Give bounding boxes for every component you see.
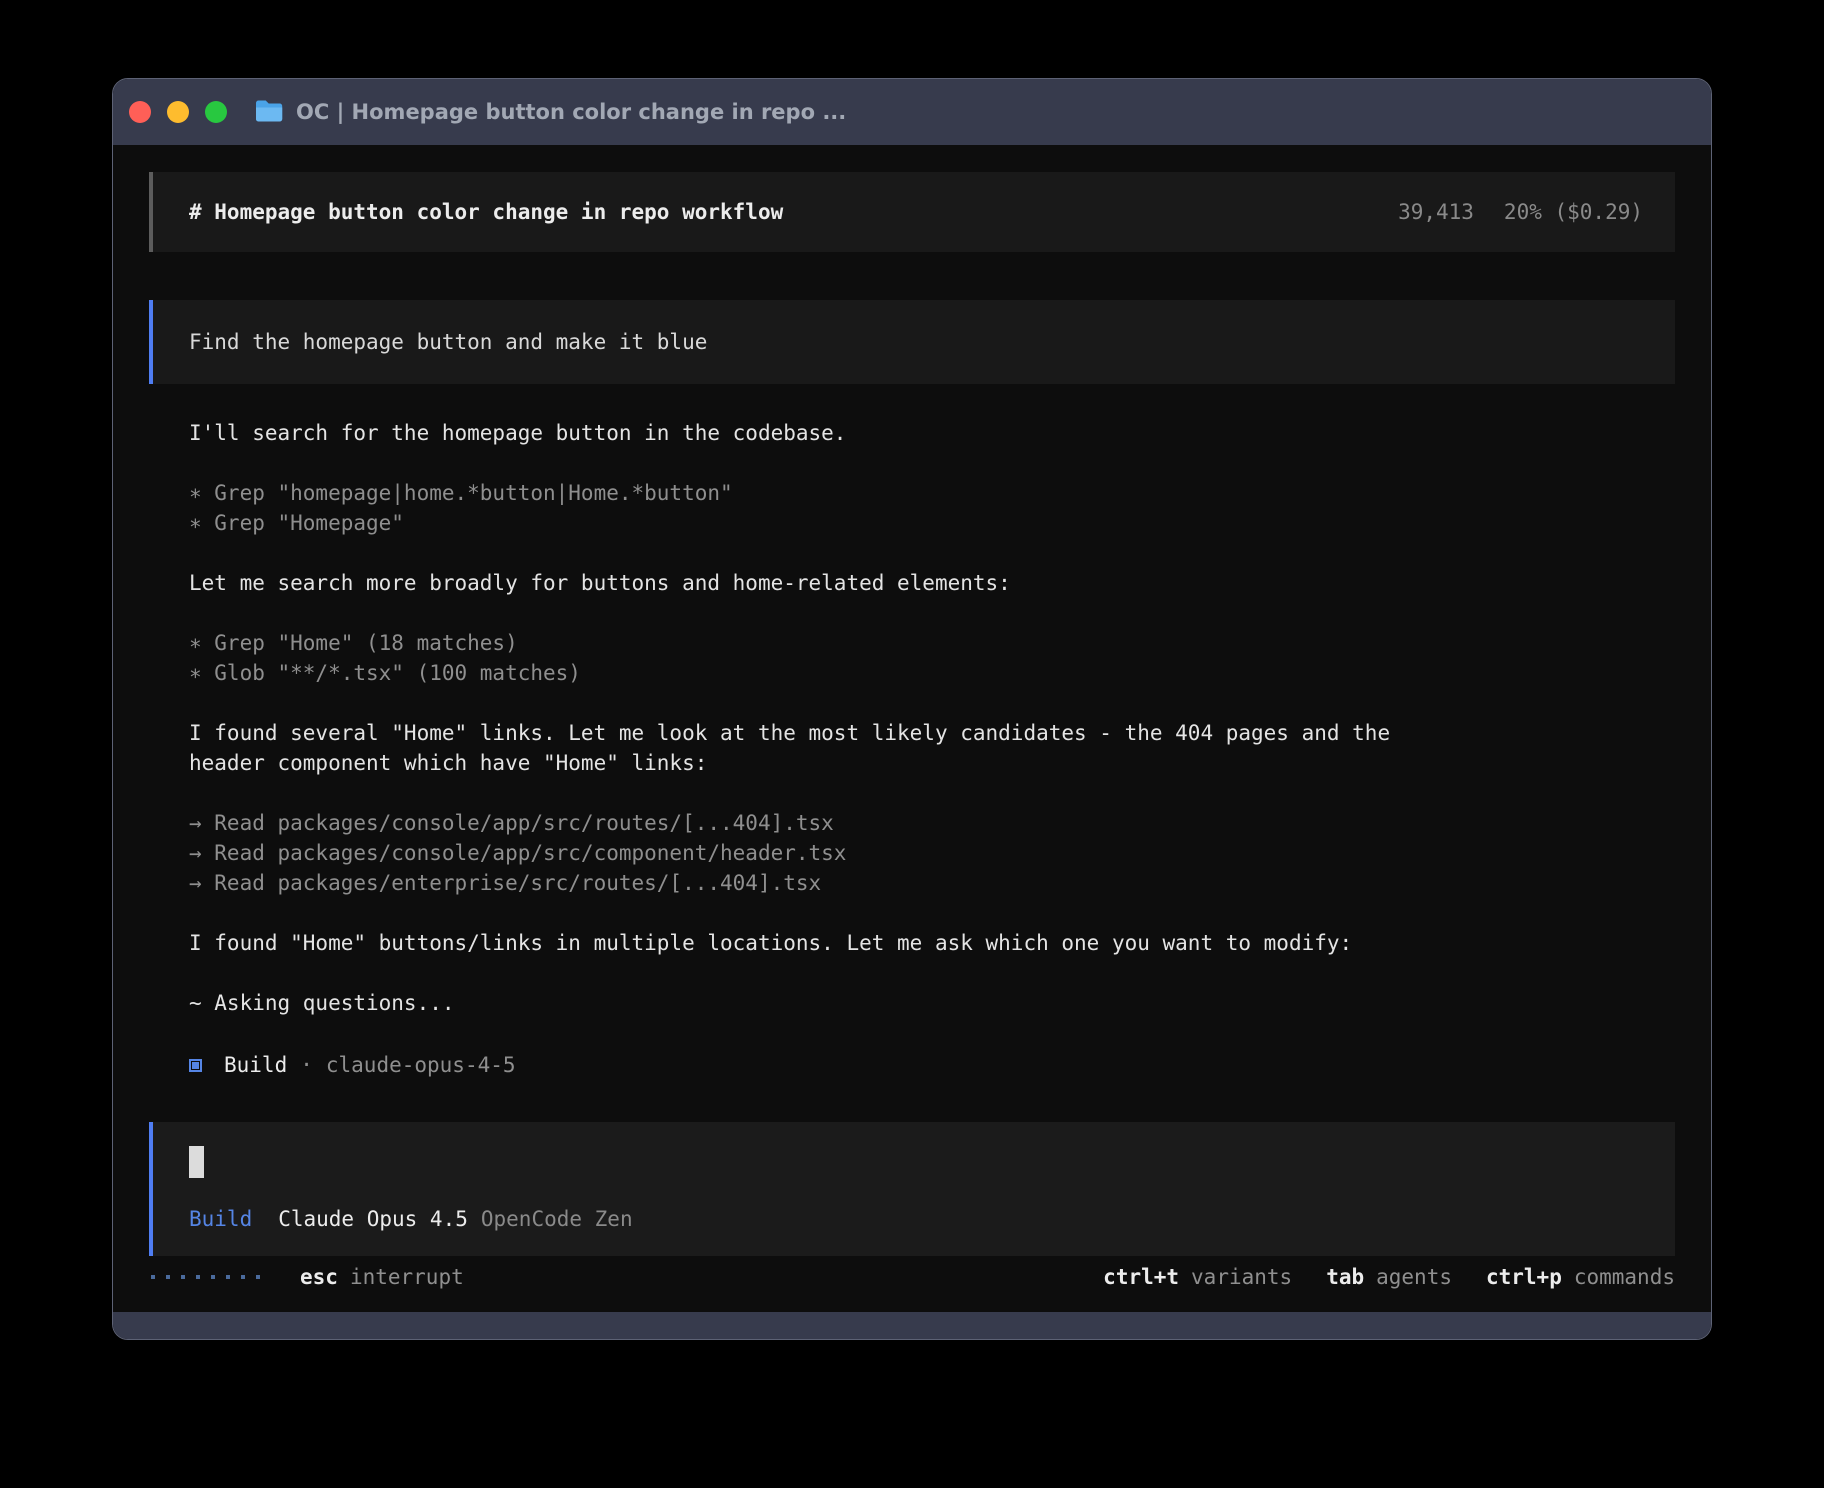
terminal-content: # Homepage button color change in repo w… [113,145,1711,1312]
esc-key-hint: esc [300,1262,338,1292]
close-button[interactable] [129,101,151,123]
shortcut-key: ctrl+t [1103,1262,1179,1292]
spinner-dot [226,1275,230,1279]
esc-key-action: interrupt [350,1262,464,1292]
progress-spinner [151,1275,260,1279]
status-bar: esc interrupt ctrl+t variants tab agents… [149,1262,1675,1298]
tool-call-grep: ∗ Grep "Homepage" [189,508,1675,538]
session-header: # Homepage button color change in repo w… [149,172,1675,252]
spinner-dot [166,1275,170,1279]
title-area: OC | Homepage button color change in rep… [255,99,846,126]
spinner-dot [211,1275,215,1279]
input-agent-label[interactable]: Build [189,1204,252,1234]
spinner-dot [256,1275,260,1279]
transcript: I'll search for the homepage button in t… [149,418,1675,1082]
prompt-input[interactable]: Build Claude Opus 4.5 OpenCode Zen [149,1122,1675,1256]
agent-status-row: Build · claude-opus-4-5 [189,1048,1675,1082]
input-provider-label: OpenCode Zen [481,1204,633,1234]
context-usage: 20% ($0.29) [1504,197,1643,227]
shortcut-label: agents [1376,1262,1452,1292]
shortcut-label: commands [1574,1262,1675,1292]
tool-call-read: → Read packages/console/app/src/routes/[… [189,808,1675,838]
zoom-button[interactable] [205,101,227,123]
folder-icon [255,99,283,126]
assistant-text: I found several "Home" links. Let me loo… [189,718,1429,778]
tool-call-grep: ∗ Grep "homepage|home.*button|Home.*butt… [189,478,1675,508]
session-stats: 39,413 20% ($0.29) [1398,197,1643,227]
input-model-label[interactable]: Claude Opus 4.5 [278,1204,468,1234]
agent-build-icon [189,1059,202,1072]
minimize-button[interactable] [167,101,189,123]
spinner-dot [196,1275,200,1279]
shortcut-label: variants [1191,1262,1292,1292]
text-cursor [189,1146,204,1178]
window-footer-strip [113,1312,1711,1339]
assistant-text: I found "Home" buttons/links in multiple… [189,928,1675,958]
tool-call-grep: ∗ Grep "Home" (18 matches) [189,628,1675,658]
terminal-window: OC | Homepage button color change in rep… [112,78,1712,1340]
shortcut-agents: tab agents [1326,1262,1452,1292]
window-title: OC | Homepage button color change in rep… [296,100,846,124]
assistant-text: I'll search for the homepage button in t… [189,418,1675,448]
spinner-dot [151,1275,155,1279]
shortcut-variants: ctrl+t variants [1103,1262,1292,1292]
session-title: # Homepage button color change in repo w… [189,197,783,227]
shortcut-commands: ctrl+p commands [1486,1262,1675,1292]
tool-call-glob: ∗ Glob "**/*.tsx" (100 matches) [189,658,1675,688]
desktop: OC | Homepage button color change in rep… [0,0,1824,1488]
titlebar: OC | Homepage button color change in rep… [113,79,1711,145]
window-controls [129,101,227,123]
token-count: 39,413 [1398,197,1474,227]
shortcut-key: ctrl+p [1486,1262,1562,1292]
tool-call-read: → Read packages/enterprise/src/routes/[.… [189,868,1675,898]
status-left: esc interrupt [151,1262,464,1292]
spinner-dot [181,1275,185,1279]
status-right: ctrl+t variants tab agents ctrl+p comman… [1103,1262,1675,1292]
user-message: Find the homepage button and make it blu… [149,300,1675,384]
tool-call-read: → Read packages/console/app/src/componen… [189,838,1675,868]
activity-status: ~ Asking questions... [189,988,1675,1018]
spinner-dot [241,1275,245,1279]
agent-model-id: claude-opus-4-5 [326,1050,516,1080]
shortcut-key: tab [1326,1262,1364,1292]
assistant-text: Let me search more broadly for buttons a… [189,568,1675,598]
agent-separator: · [300,1050,313,1080]
input-footer: Build Claude Opus 4.5 OpenCode Zen [189,1204,1639,1234]
agent-name: Build [224,1050,287,1080]
